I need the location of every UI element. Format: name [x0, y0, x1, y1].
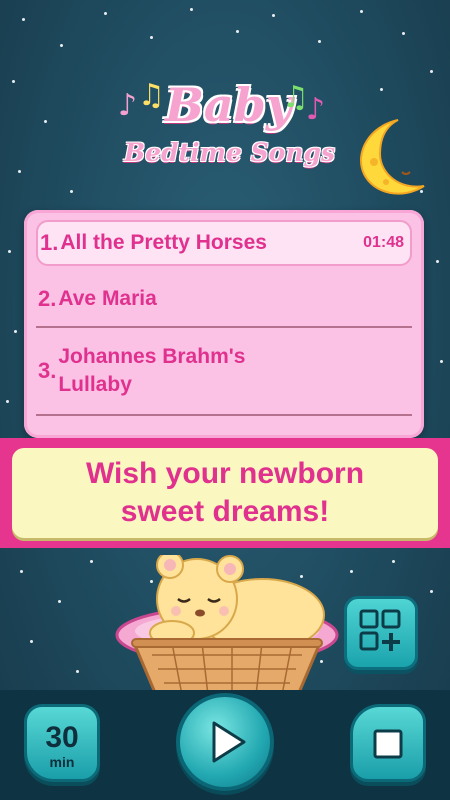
app-logo: ♪ ♫ Baby ♫ ♪ Bedtime Songs	[110, 78, 340, 188]
add-to-playlist-icon	[359, 609, 401, 651]
play-icon	[212, 721, 246, 763]
music-note-icon: ♪	[118, 88, 138, 123]
track-title: Johannes Brahm's Lullaby	[58, 345, 246, 396]
banner-text: Wish your newborn sweet dreams!	[85, 457, 365, 528]
stop-icon	[373, 729, 403, 759]
sleep-timer-button[interactable]: 30 min	[24, 704, 100, 782]
music-note-icon: ♫	[138, 78, 165, 113]
track-number: 3.	[38, 358, 57, 383]
logo-title: Baby	[165, 78, 293, 132]
song-playlist: 1. All the Pretty Horses 01:48 2. Ave Ma…	[24, 210, 424, 438]
stop-button[interactable]	[350, 704, 426, 782]
timer-unit: min	[49, 754, 75, 770]
playlist-item-2[interactable]: 2. Ave Maria	[36, 272, 412, 328]
promo-banner: Wish your newborn sweet dreams!	[12, 448, 438, 538]
crescent-moon-icon	[360, 119, 425, 195]
track-number: 2.	[38, 286, 57, 311]
track-title: Ave Maria	[58, 287, 157, 310]
timer-value: 30	[45, 721, 79, 754]
track-title: All the Pretty Horses	[60, 231, 267, 254]
add-songs-button[interactable]	[344, 596, 418, 670]
playlist-item-1[interactable]: 1. All the Pretty Horses 01:48	[36, 220, 412, 266]
play-button[interactable]	[176, 693, 274, 791]
playlist-item-3[interactable]: 3. Johannes Brahm's Lullaby	[36, 328, 412, 416]
music-note-icon: ♫	[282, 80, 309, 115]
logo-subtitle: Bedtime Songs	[124, 138, 336, 167]
track-duration: 01:48	[363, 234, 404, 251]
track-number: 1.	[40, 230, 59, 255]
sleeping-bear-illustration	[115, 555, 339, 697]
music-note-icon: ♪	[306, 92, 326, 127]
